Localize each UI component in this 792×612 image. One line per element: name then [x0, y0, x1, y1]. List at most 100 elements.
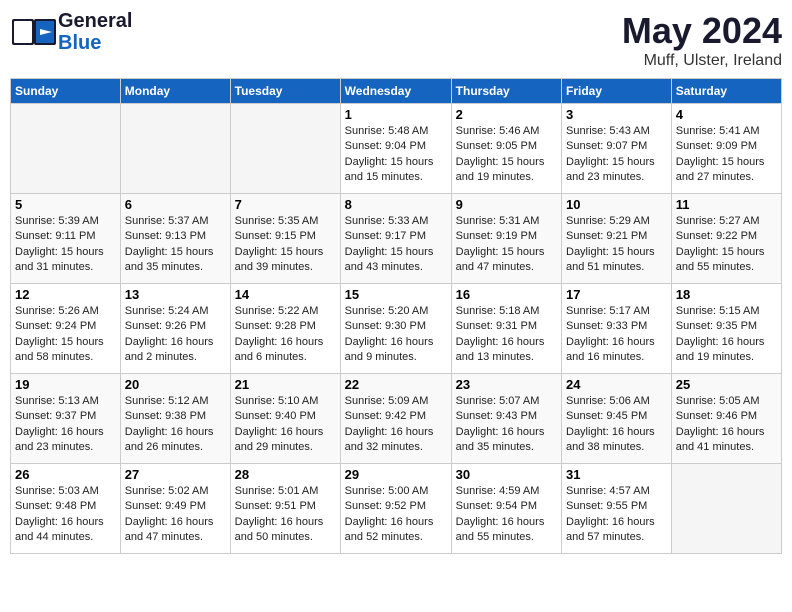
day-header-friday: Friday	[562, 79, 672, 104]
calendar-cell: 13Sunrise: 5:24 AM Sunset: 9:26 PM Dayli…	[120, 284, 230, 374]
day-number: 21	[235, 377, 336, 392]
title-block: May 2024 Muff, Ulster, Ireland	[622, 10, 782, 70]
day-number: 9	[456, 197, 557, 212]
calendar-cell: 15 Sunrise: 5:20 AM Sunset: 9:30 PM Dayli…	[340, 284, 451, 374]
day-number: 24	[566, 377, 667, 392]
day-info: Sunrise: 5:20 AM Sunset: 9:30 PM Dayligh…	[345, 304, 447, 366]
calendar-cell: 20 Sunrise: 5:12 AM Sunset: 9:38 PM Dayli…	[120, 374, 230, 464]
calendar-cell: 8 Sunrise: 5:33 AM Sunset: 9:17 PM Daylig…	[340, 194, 451, 284]
location-subtitle: Muff, Ulster, Ireland	[622, 52, 782, 70]
calendar-cell: 11 Sunrise: 5:27 AM Sunset: 9:22 PM Dayli…	[671, 194, 781, 284]
calendar-cell: 7Sunrise: 5:35 AM Sunset: 9:15 PM Daylig…	[230, 194, 340, 284]
day-info: Sunrise: 5:07 AM Sunset: 9:43 PM Dayligh…	[456, 394, 557, 456]
day-info: Sunrise: 5:43 AM Sunset: 9:07 PM Dayligh…	[566, 124, 667, 186]
day-header-monday: Monday	[120, 79, 230, 104]
day-header-sunday: Sunday	[11, 79, 121, 104]
calendar-week-row: 1Sunrise: 5:48 AM Sunset: 9:04 PM Daylig…	[11, 104, 782, 194]
day-info: Sunrise: 5:13 AM Sunset: 9:37 PM Dayligh…	[15, 394, 116, 456]
calendar-cell: 24 Sunrise: 5:06 AM Sunset: 9:45 PM Dayli…	[562, 374, 672, 464]
calendar-cell: 19 Sunrise: 5:13 AM Sunset: 9:37 PM Dayli…	[11, 374, 121, 464]
calendar-week-row: 26 Sunrise: 5:03 AM Sunset: 9:48 PM Dayli…	[11, 464, 782, 554]
day-number: 27	[125, 467, 226, 482]
calendar-cell: 3 Sunrise: 5:43 AM Sunset: 9:07 PM Daylig…	[562, 104, 672, 194]
logo-icon	[10, 11, 58, 53]
day-info: Sunrise: 4:59 AM Sunset: 9:54 PM Dayligh…	[456, 484, 557, 546]
day-info: Sunrise: 5:46 AM Sunset: 9:05 PM Dayligh…	[456, 124, 557, 186]
day-number: 25	[676, 377, 777, 392]
page-header: General Blue May 2024 Muff, Ulster, Irel…	[10, 10, 782, 70]
day-info: Sunrise: 4:57 AM Sunset: 9:55 PM Dayligh…	[566, 484, 667, 546]
day-info: Sunrise: 5:12 AM Sunset: 9:38 PM Dayligh…	[125, 394, 226, 456]
day-info: Sunrise: 5:39 AM Sunset: 9:11 PM Dayligh…	[15, 214, 116, 276]
day-number: 3	[566, 107, 667, 122]
day-header-wednesday: Wednesday	[340, 79, 451, 104]
calendar-cell: 18 Sunrise: 5:15 AM Sunset: 9:35 PM Dayli…	[671, 284, 781, 374]
calendar-cell: 21 Sunrise: 5:10 AM Sunset: 9:40 PM Dayli…	[230, 374, 340, 464]
day-number: 18	[676, 287, 777, 302]
calendar-cell: 4 Sunrise: 5:41 AM Sunset: 9:09 PM Daylig…	[671, 104, 781, 194]
calendar-cell: 22 Sunrise: 5:09 AM Sunset: 9:42 PM Dayli…	[340, 374, 451, 464]
calendar-cell: 30Sunrise: 4:59 AM Sunset: 9:54 PM Dayli…	[451, 464, 561, 554]
day-number: 14	[235, 287, 336, 302]
day-info: Sunrise: 5:00 AM Sunset: 9:52 PM Dayligh…	[345, 484, 447, 546]
day-number: 1	[345, 107, 447, 122]
day-info: Sunrise: 5:15 AM Sunset: 9:35 PM Dayligh…	[676, 304, 777, 366]
calendar-week-row: 5 Sunrise: 5:39 AM Sunset: 9:11 PM Daylig…	[11, 194, 782, 284]
day-info: Sunrise: 5:27 AM Sunset: 9:22 PM Dayligh…	[676, 214, 777, 276]
day-number: 13	[125, 287, 226, 302]
day-info: Sunrise: 5:10 AM Sunset: 9:40 PM Dayligh…	[235, 394, 336, 456]
calendar-cell: 29 Sunrise: 5:00 AM Sunset: 9:52 PM Dayli…	[340, 464, 451, 554]
day-number: 28	[235, 467, 336, 482]
calendar-cell	[230, 104, 340, 194]
day-number: 12	[15, 287, 116, 302]
calendar-week-row: 12 Sunrise: 5:26 AM Sunset: 9:24 PM Dayli…	[11, 284, 782, 374]
day-info: Sunrise: 5:18 AM Sunset: 9:31 PM Dayligh…	[456, 304, 557, 366]
day-info: Sunrise: 5:03 AM Sunset: 9:48 PM Dayligh…	[15, 484, 116, 546]
calendar-cell	[120, 104, 230, 194]
day-number: 15	[345, 287, 447, 302]
day-number: 23	[456, 377, 557, 392]
day-number: 29	[345, 467, 447, 482]
calendar-cell: 27Sunrise: 5:02 AM Sunset: 9:49 PM Dayli…	[120, 464, 230, 554]
day-info: Sunrise: 5:09 AM Sunset: 9:42 PM Dayligh…	[345, 394, 447, 456]
calendar-cell: 1Sunrise: 5:48 AM Sunset: 9:04 PM Daylig…	[340, 104, 451, 194]
calendar-cell	[671, 464, 781, 554]
day-info: Sunrise: 5:31 AM Sunset: 9:19 PM Dayligh…	[456, 214, 557, 276]
calendar-cell: 12 Sunrise: 5:26 AM Sunset: 9:24 PM Dayli…	[11, 284, 121, 374]
day-number: 22	[345, 377, 447, 392]
calendar-cell: 28Sunrise: 5:01 AM Sunset: 9:51 PM Dayli…	[230, 464, 340, 554]
day-info: Sunrise: 5:05 AM Sunset: 9:46 PM Dayligh…	[676, 394, 777, 456]
calendar-cell: 26 Sunrise: 5:03 AM Sunset: 9:48 PM Dayli…	[11, 464, 121, 554]
calendar-cell: 25 Sunrise: 5:05 AM Sunset: 9:46 PM Dayli…	[671, 374, 781, 464]
day-info: Sunrise: 5:33 AM Sunset: 9:17 PM Dayligh…	[345, 214, 447, 276]
calendar-cell: 23 Sunrise: 5:07 AM Sunset: 9:43 PM Dayli…	[451, 374, 561, 464]
day-number: 4	[676, 107, 777, 122]
day-number: 31	[566, 467, 667, 482]
day-info: Sunrise: 5:37 AM Sunset: 9:13 PM Dayligh…	[125, 214, 226, 276]
month-year-title: May 2024	[622, 10, 782, 52]
day-number: 20	[125, 377, 226, 392]
calendar-header-row: SundayMondayTuesdayWednesdayThursdayFrid…	[11, 79, 782, 104]
day-info: Sunrise: 5:26 AM Sunset: 9:24 PM Dayligh…	[15, 304, 116, 366]
calendar-cell: 14Sunrise: 5:22 AM Sunset: 9:28 PM Dayli…	[230, 284, 340, 374]
day-number: 11	[676, 197, 777, 212]
day-number: 6	[125, 197, 226, 212]
day-header-tuesday: Tuesday	[230, 79, 340, 104]
day-info: Sunrise: 5:06 AM Sunset: 9:45 PM Dayligh…	[566, 394, 667, 456]
day-number: 2	[456, 107, 557, 122]
calendar-cell	[11, 104, 121, 194]
day-header-thursday: Thursday	[451, 79, 561, 104]
day-info: Sunrise: 5:29 AM Sunset: 9:21 PM Dayligh…	[566, 214, 667, 276]
day-info: Sunrise: 5:17 AM Sunset: 9:33 PM Dayligh…	[566, 304, 667, 366]
calendar-cell: 2 Sunrise: 5:46 AM Sunset: 9:05 PM Daylig…	[451, 104, 561, 194]
day-number: 19	[15, 377, 116, 392]
day-number: 8	[345, 197, 447, 212]
logo-blue-text: Blue	[58, 32, 132, 54]
day-info: Sunrise: 5:41 AM Sunset: 9:09 PM Dayligh…	[676, 124, 777, 186]
calendar-cell: 9 Sunrise: 5:31 AM Sunset: 9:19 PM Daylig…	[451, 194, 561, 284]
day-number: 5	[15, 197, 116, 212]
calendar-table: SundayMondayTuesdayWednesdayThursdayFrid…	[10, 78, 782, 554]
calendar-cell: 10Sunrise: 5:29 AM Sunset: 9:21 PM Dayli…	[562, 194, 672, 284]
day-number: 26	[15, 467, 116, 482]
day-number: 7	[235, 197, 336, 212]
